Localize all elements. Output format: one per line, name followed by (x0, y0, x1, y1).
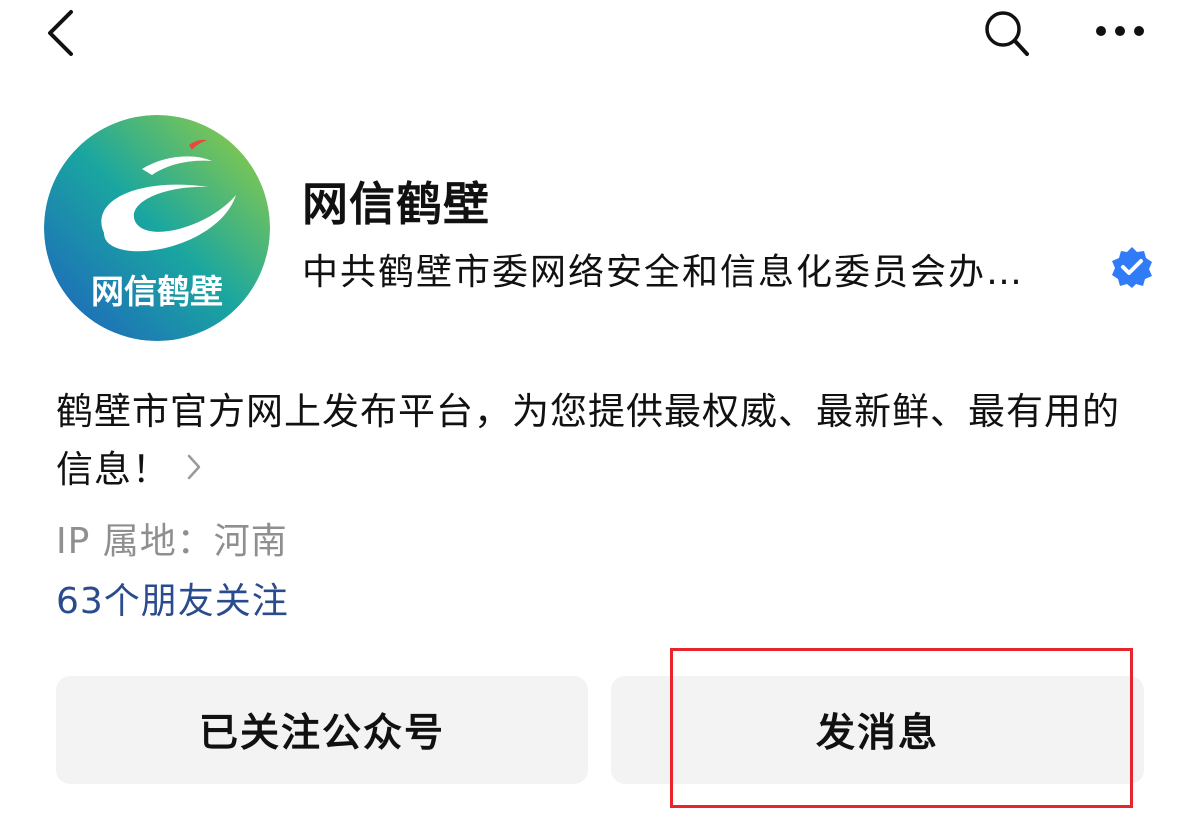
description-text: 鹤壁市官方网上发布平台，为您提供最权威、最新鲜、最有用的信息！ (56, 390, 1120, 491)
avatar-text: 网信鹤壁 (91, 272, 223, 311)
verified-badge (1110, 245, 1154, 289)
send-message-label: 发消息 (815, 711, 939, 756)
more-button[interactable] (1090, 16, 1150, 46)
search-button[interactable] (978, 5, 1036, 61)
more-dots-icon (1096, 26, 1144, 36)
account-owner[interactable]: 中共鹤壁市委网络安全和信息化委员会办… (302, 243, 1072, 295)
chevron-right-icon[interactable] (184, 443, 204, 501)
followed-account-label: 已关注公众号 (198, 711, 445, 756)
send-message-button[interactable]: 发消息 (611, 676, 1144, 784)
verified-icon (1112, 247, 1152, 288)
account-name: 网信鹤壁 (302, 177, 490, 231)
account-avatar[interactable]: 网信鹤壁 (44, 115, 270, 341)
back-button[interactable] (38, 5, 86, 61)
account-description[interactable]: 鹤壁市官方网上发布平台，为您提供最权威、最新鲜、最有用的信息！ (56, 383, 1156, 501)
friends-following-link[interactable]: 63个朋友关注 (56, 572, 289, 624)
account-logo: 网信鹤壁 (44, 115, 270, 341)
followed-account-button[interactable]: 已关注公众号 (56, 676, 588, 784)
search-icon (985, 11, 1029, 56)
ip-location: IP 属地：河南 (56, 521, 288, 562)
chevron-left-icon (48, 10, 73, 56)
